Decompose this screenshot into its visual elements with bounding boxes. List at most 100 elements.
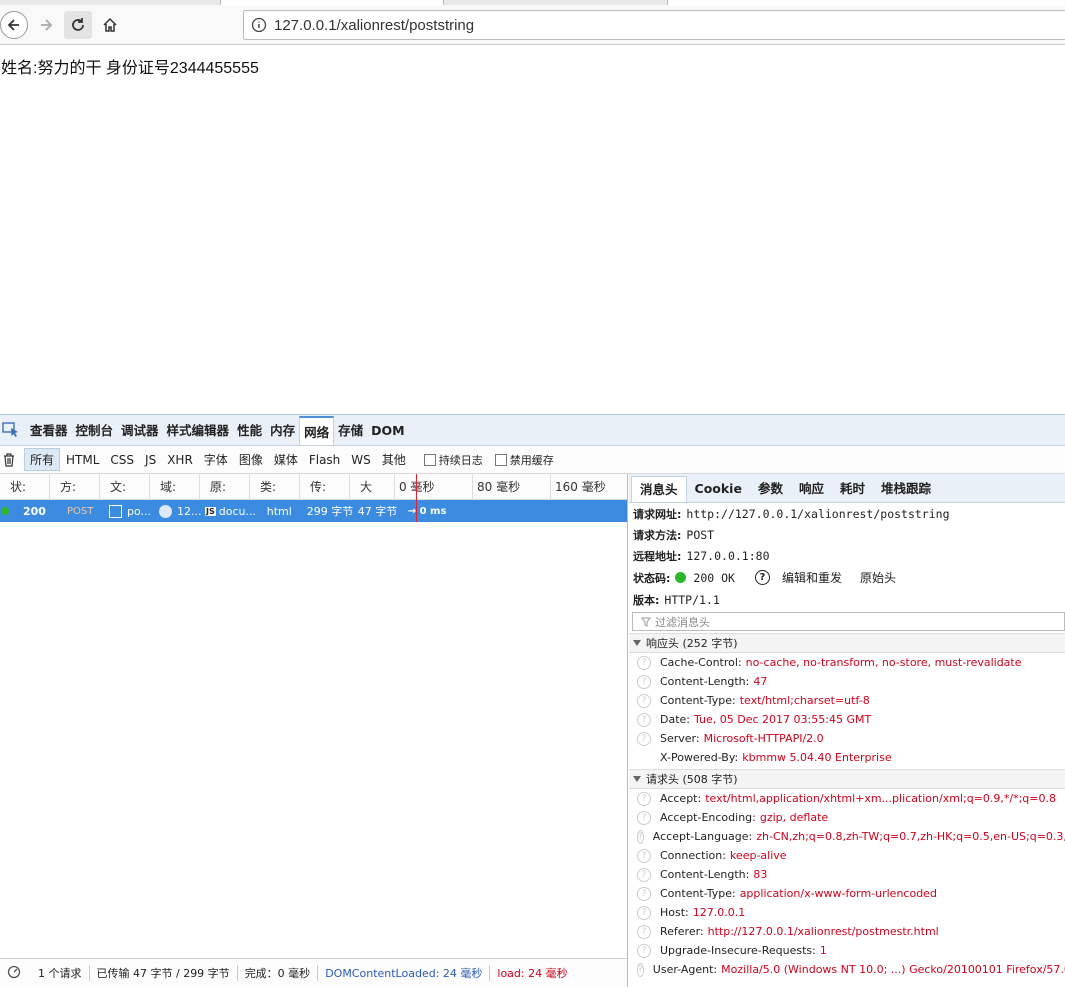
tab-storage[interactable]: 存储 [334,416,367,445]
tab-dom[interactable]: DOM [367,416,408,445]
filter-flash[interactable]: Flash [304,451,345,469]
col-status[interactable]: 状: [0,473,50,500]
filter-ws[interactable]: WS [346,451,375,469]
url-value: http://127.0.0.1/xalionrest/poststring [686,506,950,521]
header-row: ? Cache-Control: no-cache, no-transform, n… [629,653,1065,672]
status-requests: 1 个请求 [31,965,90,981]
forward-button[interactable] [32,11,60,39]
col-method[interactable]: 方: [50,473,100,500]
filter-js[interactable]: JS [140,451,161,469]
tab-stack-trace[interactable]: 堆栈跟踪 [873,476,939,502]
col-domain[interactable]: 域: [150,473,200,500]
col-transferred[interactable]: 传: [300,473,350,500]
raw-headers-button[interactable]: 原始头 [860,569,896,586]
col-type[interactable]: 类: [250,473,300,500]
header-row: ?X-Powered-By:kbmmw 5.04.40 Enterprise [660,751,892,764]
tab-performance[interactable]: 性能 [233,416,266,445]
header-row: ? User-Agent: Mozilla/5.0 (Windows NT 10.0… [637,962,1065,977]
summary-version: 版本: HTTP/1.1 [629,589,1065,610]
browser-toolbar: 127.0.0.1/xalionrest/poststring [0,5,1065,45]
req-cause: docu... [218,504,256,518]
req-timing: → 0 ms [407,505,447,517]
filter-fonts[interactable]: 字体 [199,449,233,470]
summary-remote: 远程地址: 127.0.0.1:80 [629,545,1065,566]
status-finish: 完成：0 毫秒 [238,965,319,981]
header-row: ? Host: 127.0.0.1 [629,903,1065,922]
header-help-icon[interactable]: ? [637,924,651,939]
reload-icon [72,18,84,31]
filter-all[interactable]: 所有 [24,448,61,471]
info-icon[interactable] [244,17,274,33]
header-help-icon[interactable]: ? [637,829,644,844]
page-body-text: 姓名:努力的干 身份证号2344455555 [1,60,259,77]
response-headers-list: ? Cache-Control: no-cache, no-transform, n… [629,653,1065,767]
filter-other[interactable]: 其他 [377,449,411,470]
filter-html[interactable]: HTML [61,451,104,469]
tab-console[interactable]: 控制台 [72,416,118,445]
timeline-mark-0: 0 毫秒 [395,473,473,500]
tab-memory[interactable]: 内存 [266,416,299,445]
home-button[interactable] [96,11,124,39]
request-row[interactable]: 200 POST po... 12... JS docu... html 299… [0,500,627,522]
col-file[interactable]: 文: [100,473,150,500]
tab-headers[interactable]: 消息头 [631,476,687,502]
tab-network[interactable]: 网络 [299,415,335,445]
reload-button[interactable] [64,11,92,39]
header-help-icon[interactable]: ? [637,943,651,958]
method-label: 请求方法: [633,528,682,542]
tab-debugger[interactable]: 调试器 [117,416,163,445]
filter-xhr[interactable]: XHR [162,451,198,469]
header-help-icon[interactable]: ? [637,712,651,727]
tab-response[interactable]: 响应 [791,476,832,502]
filter-images[interactable]: 图像 [234,449,268,470]
back-arrow-icon [7,19,19,31]
col-cause[interactable]: 原: [200,473,250,500]
request-headers-toggle[interactable]: 请求头 (508 字节) [629,769,1065,789]
header-help-icon[interactable]: ? [637,655,651,670]
tab-params[interactable]: 参数 [750,476,791,502]
network-filter-bar: 所有 HTML CSS JS XHR 字体 图像 媒体 Flash WS 其他 … [0,446,1065,474]
filter-css[interactable]: CSS [105,451,139,469]
picker-icon[interactable] [2,422,26,438]
status-domcontentloaded: DOMContentLoaded: 24 毫秒 [318,965,491,981]
header-filter-input[interactable]: 过滤消息头 [632,612,1065,631]
status-ok-dot [675,572,687,583]
header-help-icon[interactable]: ? [637,962,644,977]
tab-inspector[interactable]: 查看器 [26,416,72,445]
req-domain: 12... [177,504,202,518]
tab-timings[interactable]: 耗时 [832,476,873,502]
header-help-icon[interactable]: ? [637,867,651,882]
edit-resend-button[interactable]: 编辑和重发 [782,569,842,586]
header-help-icon[interactable]: ? [637,731,651,746]
performance-icon[interactable] [0,965,31,982]
header-help-icon[interactable]: ? [637,905,651,920]
address-bar[interactable]: 127.0.0.1/xalionrest/poststring [243,10,1065,40]
persist-log-checkbox[interactable]: 持续日志 [423,452,483,468]
status-value: 200 OK [693,570,735,585]
request-details: 消息头 Cookie 参数 响应 耗时 堆栈跟踪 请求网址: http://12… [629,474,1065,987]
disable-cache-checkbox[interactable]: 禁用缓存 [494,452,554,468]
timeline-mark-80: 80 毫秒 [473,473,551,500]
timeline-mark-160: 160 毫秒 [555,479,606,494]
header-help-icon[interactable]: ? [637,674,651,689]
help-icon[interactable]: ? [754,570,770,585]
header-filter-placeholder: 过滤消息头 [655,615,710,629]
tab-style-editor[interactable]: 样式编辑器 [163,416,234,445]
req-type: html [266,504,292,518]
header-help-icon[interactable]: ? [637,848,651,863]
filter-media[interactable]: 媒体 [269,449,303,470]
header-help-icon[interactable]: ? [637,791,651,806]
header-help-icon[interactable]: ? [637,693,651,708]
req-size: 47 字节 [357,505,398,518]
col-size[interactable]: 大 [350,473,395,500]
response-headers-toggle[interactable]: 响应头 (252 字节) [629,633,1065,653]
remote-value: 127.0.0.1:80 [686,548,770,563]
header-help-icon[interactable]: ? [637,810,651,825]
header-help-icon[interactable]: ? [637,886,651,901]
url-text[interactable]: 127.0.0.1/xalionrest/poststring [274,17,474,34]
trash-icon[interactable] [2,452,24,467]
version-label: 版本: [633,593,660,607]
back-button[interactable] [0,11,28,39]
status-transferred: 已传输 47 字节 / 299 字节 [90,965,238,981]
tab-cookie[interactable]: Cookie [687,476,750,502]
